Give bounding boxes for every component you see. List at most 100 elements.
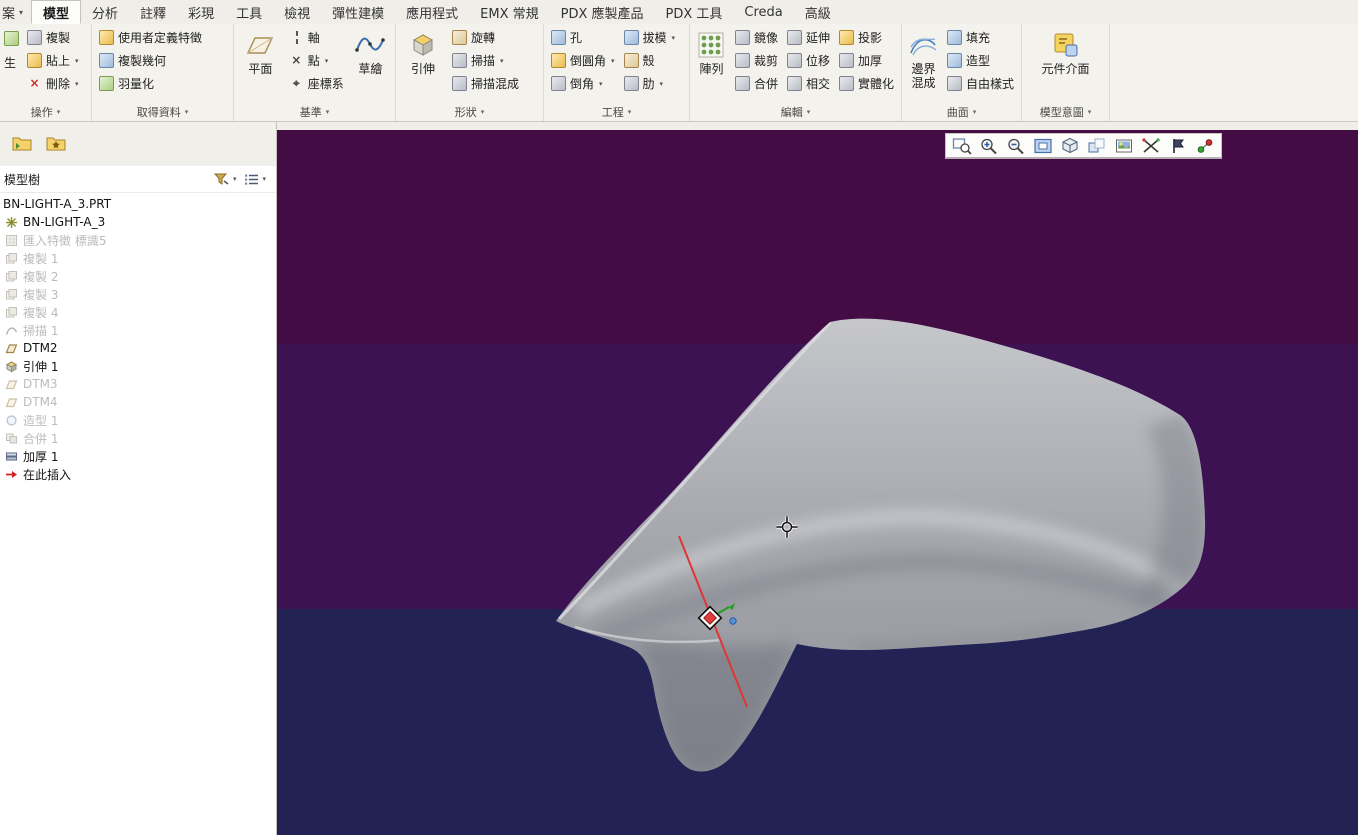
tab-creda[interactable]: Creda xyxy=(733,0,793,24)
datum-axis-button[interactable]: 軸 xyxy=(286,27,347,48)
dropdown-caret-icon: ▾ xyxy=(627,108,632,116)
fill-button[interactable]: 填充 xyxy=(944,27,1017,48)
group-overflow-get-data[interactable]: 取得資料 ▾ xyxy=(92,103,233,121)
tab-analysis[interactable]: 分析 xyxy=(81,0,129,24)
sweep-button[interactable]: 掃描 ▾ xyxy=(449,50,522,71)
tree-node-dtm2[interactable]: DTM2 xyxy=(0,339,276,357)
mirror-button[interactable]: 鏡像 xyxy=(732,27,781,48)
tree-settings-button[interactable]: ▾ xyxy=(240,172,270,187)
group-overflow-operations[interactable]: 操作 ▾ xyxy=(0,103,91,121)
intersect-button[interactable]: 相交 xyxy=(784,73,833,94)
copy-geometry-button[interactable]: 複製幾何 xyxy=(96,50,205,71)
paste-button[interactable]: 貼上 ▾ xyxy=(24,50,82,71)
tree-node-copy-2[interactable]: 複製 2 xyxy=(0,267,276,285)
tree-node-insert-here[interactable]: 在此插入 xyxy=(0,465,276,483)
view-manager-button[interactable] xyxy=(1111,135,1137,156)
tab-render[interactable]: 彩現 xyxy=(177,0,225,24)
round-button[interactable]: 倒圓角 ▾ xyxy=(548,50,618,71)
rib-button[interactable]: 肋 ▾ xyxy=(621,73,679,94)
regenerate-button-clipped[interactable]: 生 xyxy=(4,27,21,71)
tree-node-extrude-1[interactable]: 引伸 1 xyxy=(0,357,276,375)
tab-pdx-products[interactable]: PDX 應製產品 xyxy=(550,0,655,24)
swept-blend-button[interactable]: 掃描混成 xyxy=(449,73,522,94)
boundary-blend-button[interactable]: 邊界混成 xyxy=(906,27,941,93)
refit-button[interactable] xyxy=(1030,135,1056,156)
tab-applications[interactable]: 應用程式 xyxy=(395,0,469,24)
coordinate-system-button[interactable]: ⌖ 座標系 xyxy=(286,73,347,94)
favorites-button[interactable] xyxy=(42,130,70,156)
draft-button[interactable]: 拔模 ▾ xyxy=(621,27,679,48)
hole-button[interactable]: 孔 xyxy=(548,27,618,48)
shrinkwrap-button[interactable]: 羽量化 xyxy=(96,73,205,94)
blue-drag-dot[interactable] xyxy=(729,617,737,625)
group-overflow-engineering[interactable]: 工程 ▾ xyxy=(544,103,689,121)
delete-button[interactable]: × 刪除 ▾ xyxy=(24,73,82,94)
group-overflow-datum[interactable]: 基準 ▾ xyxy=(234,103,395,121)
user-defined-feature-button[interactable]: 使用者定義特徵 xyxy=(96,27,205,48)
copy-button[interactable]: 複製 xyxy=(24,27,82,48)
tab-view[interactable]: 檢視 xyxy=(273,0,321,24)
tab-model[interactable]: 模型 xyxy=(31,0,82,24)
pattern-button[interactable]: 陣列 xyxy=(694,27,729,79)
tab-pdx-tools[interactable]: PDX 工具 xyxy=(655,0,734,24)
saved-orientations-button[interactable] xyxy=(1084,135,1110,156)
tree-node-dtm3[interactable]: DTM3 xyxy=(0,375,276,393)
tab-flexible-modeling[interactable]: 彈性建模 xyxy=(321,0,395,24)
component-interface-button[interactable]: 元件介面 xyxy=(1037,27,1095,79)
shell-button[interactable]: 殼 xyxy=(621,50,679,71)
annotation-display-button[interactable] xyxy=(1165,135,1191,156)
tree-node-sweep-1[interactable]: 掃描 1 xyxy=(0,321,276,339)
extrude-button[interactable]: 引伸 xyxy=(400,27,446,79)
style-button[interactable]: 造型 xyxy=(944,50,1017,71)
spin-center-button[interactable] xyxy=(1192,135,1218,156)
tab-tools[interactable]: 工具 xyxy=(225,0,273,24)
graphics-area[interactable] xyxy=(277,130,1358,835)
tree-node-dtm4[interactable]: DTM4 xyxy=(0,393,276,411)
folder-icon xyxy=(12,137,32,151)
chamfer-button[interactable]: 倒角 ▾ xyxy=(548,73,618,94)
group-overflow-model-intent[interactable]: 模型意圖 ▾ xyxy=(1022,103,1109,121)
datum-display-filter-button[interactable] xyxy=(1138,135,1164,156)
group-overflow-surfaces[interactable]: 曲面 ▾ xyxy=(902,103,1021,121)
group-overflow-shapes[interactable]: 形狀 ▾ xyxy=(396,103,543,121)
tree-node-style-1[interactable]: 造型 1 xyxy=(0,411,276,429)
group-overflow-edit[interactable]: 編輯 ▾ xyxy=(690,103,901,121)
tree-node-copy-3[interactable]: 複製 3 xyxy=(0,285,276,303)
tab-advanced[interactable]: 高級 xyxy=(794,0,842,24)
datum-point-button[interactable]: × 點 ▾ xyxy=(286,50,347,71)
solidify-icon xyxy=(838,76,854,91)
zoom-out-button[interactable] xyxy=(1003,135,1029,156)
tree-node-root[interactable]: BN-LIGHT-A_3.PRT xyxy=(0,195,276,213)
tab-emx-general[interactable]: EMX 常規 xyxy=(469,0,549,24)
merge-feature-icon xyxy=(4,431,18,445)
trim-button[interactable]: 裁剪 xyxy=(732,50,781,71)
dropdown-caret-icon: ▾ xyxy=(611,56,615,65)
tab-file-menu[interactable]: 案 ▾ xyxy=(0,0,31,24)
tree-node-merge-1[interactable]: 合併 1 xyxy=(0,429,276,447)
tree-node-copy-1[interactable]: 複製 1 xyxy=(0,249,276,267)
solidify-button[interactable]: 實體化 xyxy=(836,73,897,94)
tree-node-part[interactable]: BN-LIGHT-A_3 xyxy=(0,213,276,231)
project-button[interactable]: 投影 xyxy=(836,27,897,48)
tree-node-label: 複製 3 xyxy=(23,287,59,302)
display-style-button[interactable] xyxy=(1057,135,1083,156)
dropdown-caret-icon: ▾ xyxy=(500,56,504,65)
tree-node-import-feature[interactable]: 匯入特徵 標識5 xyxy=(0,231,276,249)
datum-plane-button[interactable]: 平面 xyxy=(238,27,283,79)
tree-node-thicken-1[interactable]: 加厚 1 xyxy=(0,447,276,465)
sketch-button[interactable]: 草繪 xyxy=(350,27,391,79)
folder-browser-button[interactable] xyxy=(8,130,36,156)
ribbon-group-engineering: 孔 倒圓角 ▾ 倒角 ▾ 拔模 ▾ 殼 肋 ▾ 工程 ▾ xyxy=(544,24,690,121)
revolve-button[interactable]: 旋轉 xyxy=(449,27,522,48)
zoom-in-button[interactable] xyxy=(976,135,1002,156)
zoom-region-button[interactable] xyxy=(949,135,975,156)
tab-annotate[interactable]: 註釋 xyxy=(129,0,177,24)
offset-button[interactable]: 位移 xyxy=(784,50,833,71)
tree-filters-button[interactable]: ▾ xyxy=(210,171,241,187)
merge-button[interactable]: 合併 xyxy=(732,73,781,94)
extend-button[interactable]: 延伸 xyxy=(784,27,833,48)
tree-node-copy-4[interactable]: 複製 4 xyxy=(0,303,276,321)
3d-viewport-canvas[interactable] xyxy=(277,130,1358,835)
thicken-button[interactable]: 加厚 xyxy=(836,50,897,71)
freestyle-button[interactable]: 自由樣式 xyxy=(944,73,1017,94)
